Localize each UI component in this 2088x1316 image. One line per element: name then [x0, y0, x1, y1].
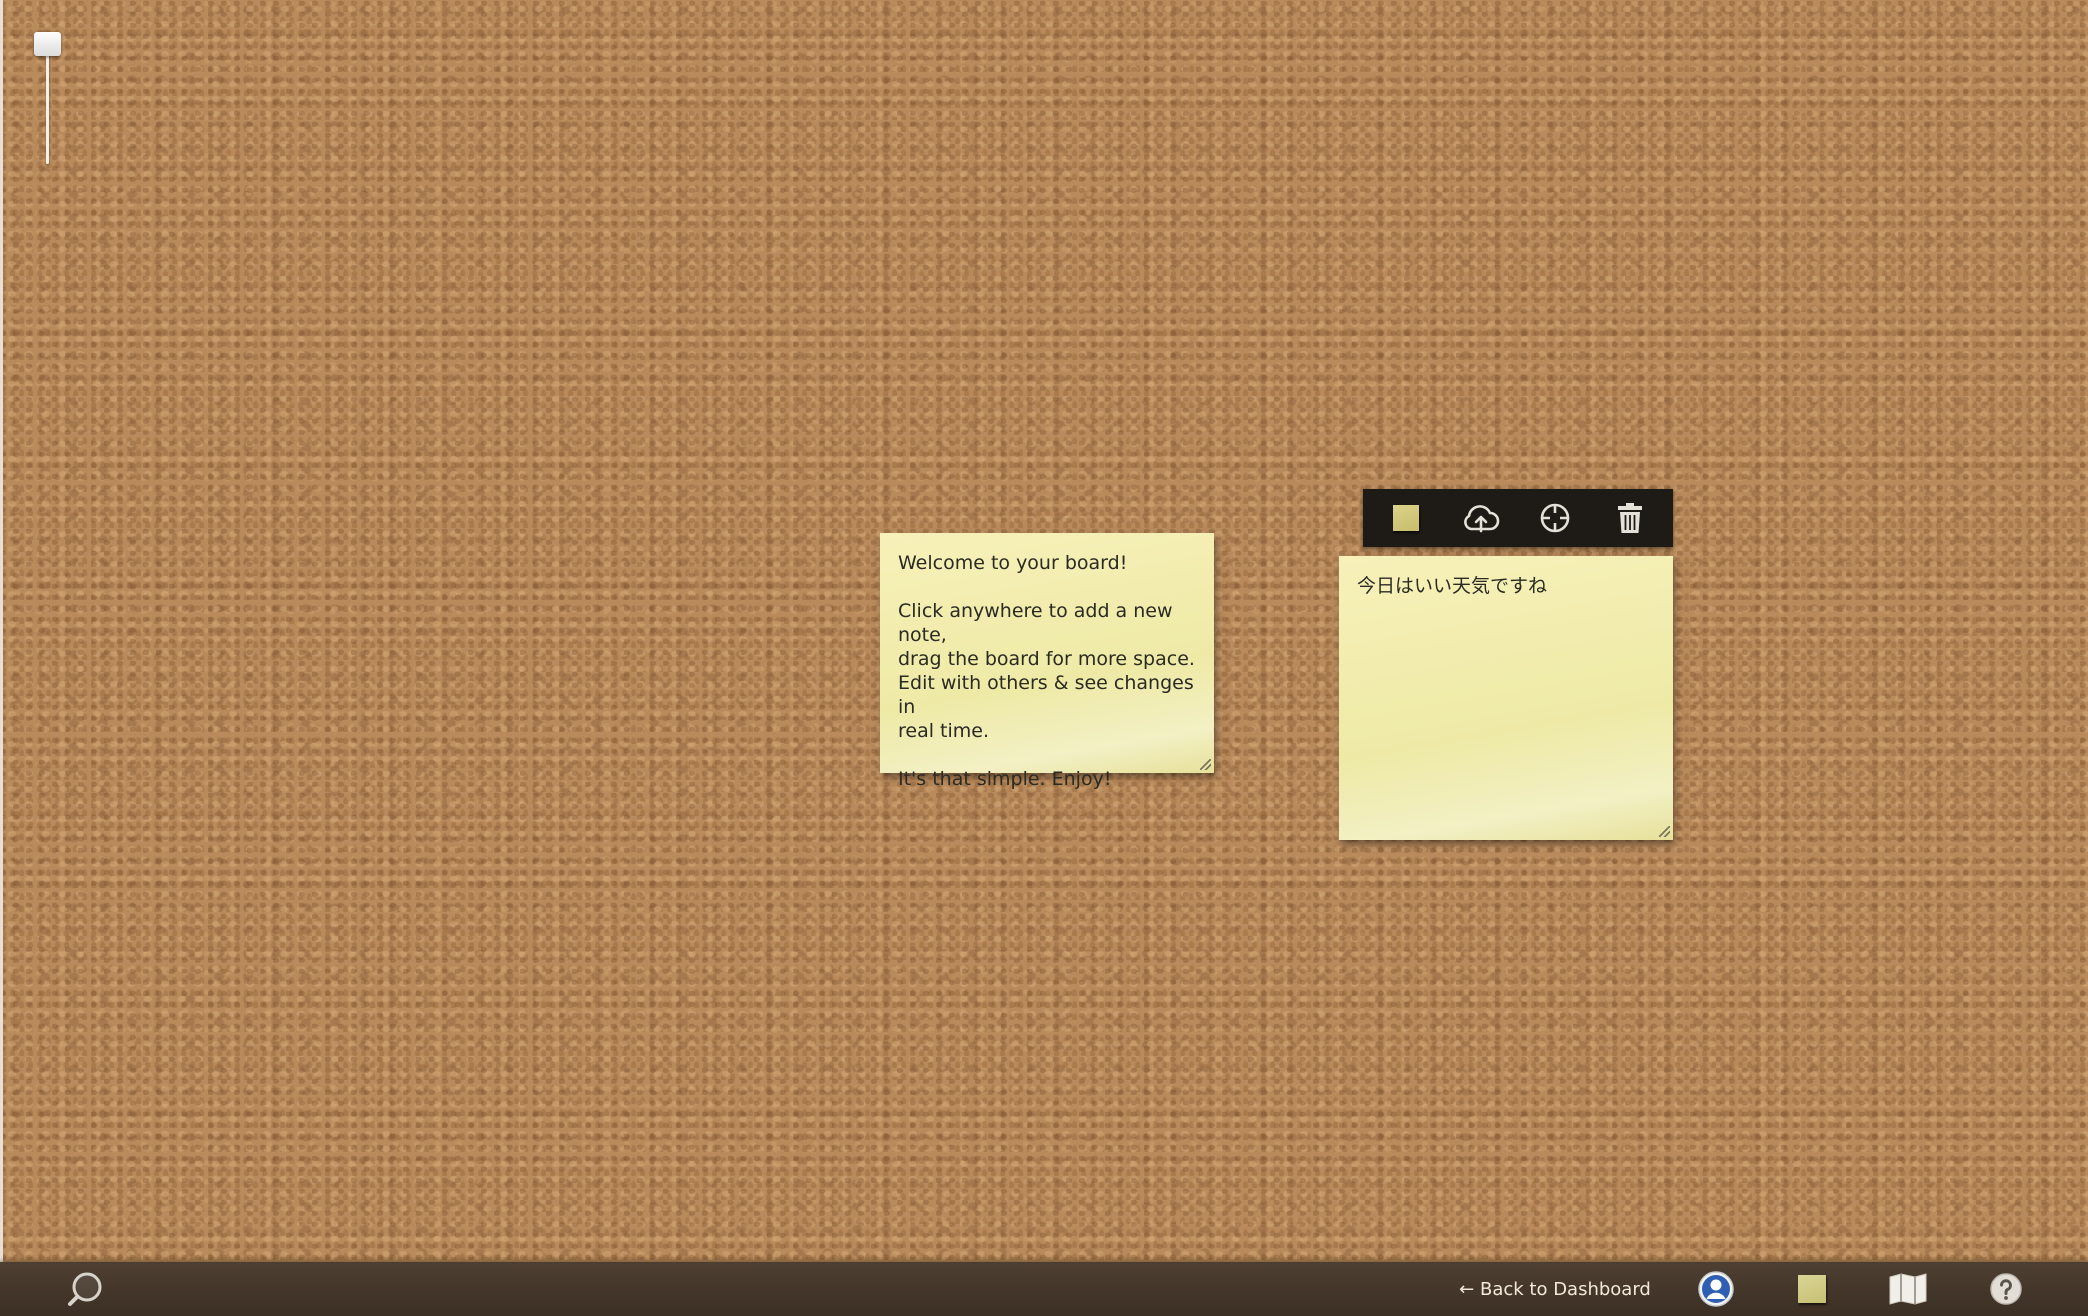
delete-note-button[interactable]: [1610, 498, 1650, 538]
add-note-button[interactable]: [1790, 1262, 1834, 1316]
user-button[interactable]: [1694, 1262, 1738, 1316]
zoom-slider-handle[interactable]: [34, 32, 61, 56]
help-button[interactable]: [1984, 1262, 2028, 1316]
user-icon: [1698, 1271, 1734, 1307]
board-edge: [0, 0, 3, 1262]
note-text[interactable]: 今日はいい天気ですね: [1357, 574, 1659, 598]
upload-cloud-icon: [1464, 505, 1500, 533]
trash-icon: [1618, 503, 1642, 533]
crosshair-icon: [1540, 503, 1570, 533]
resize-handle-icon[interactable]: [1200, 759, 1211, 770]
help-icon: [1990, 1273, 2022, 1305]
note-icon: [1798, 1275, 1826, 1303]
map-icon: [1889, 1273, 1927, 1305]
color-swatch-icon: [1393, 505, 1419, 531]
sticky-note-welcome[interactable]: Welcome to your board! Click anywhere to…: [880, 533, 1214, 790]
zoom-slider-track[interactable]: [46, 42, 49, 164]
bottom-toolbar: ← Back to Dashboard: [0, 1262, 2088, 1316]
locate-button[interactable]: [1535, 498, 1575, 538]
upload-button[interactable]: [1461, 498, 1501, 538]
note-text[interactable]: Welcome to your board! Click anywhere to…: [898, 551, 1200, 791]
resize-handle-icon[interactable]: [1659, 826, 1670, 837]
back-to-dashboard-link[interactable]: ← Back to Dashboard: [1459, 1262, 1651, 1316]
note-color-button[interactable]: [1386, 498, 1426, 538]
sticky-note-japanese[interactable]: 今日はいい天気ですね: [1339, 556, 1673, 840]
zoom-slider[interactable]: [34, 32, 62, 167]
search-icon: [68, 1272, 102, 1306]
map-button[interactable]: [1886, 1262, 1930, 1316]
search-button[interactable]: [62, 1262, 108, 1316]
note-toolbar: [1363, 489, 1673, 547]
corkboard[interactable]: Welcome to your board! Click anywhere to…: [0, 0, 2088, 1262]
